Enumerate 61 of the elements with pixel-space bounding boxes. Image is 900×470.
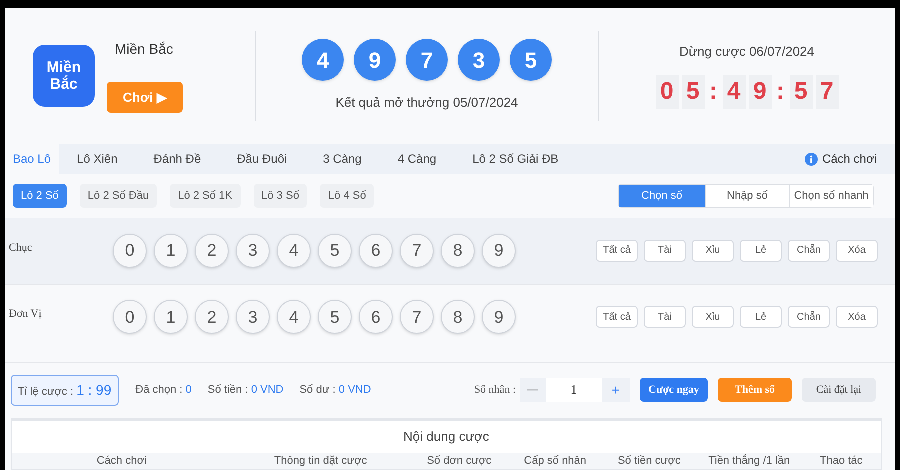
multiplier-field[interactable]: 1	[546, 378, 602, 402]
game-tab[interactable]: Bao Lô	[5, 144, 60, 174]
bet-type-tab[interactable]: Lô 2 Số 1K	[170, 184, 241, 208]
column-header: Số đơn cược	[427, 454, 492, 468]
info-icon	[805, 152, 818, 166]
summary-stat: Số tiền : 0 VND	[208, 382, 284, 398]
filter-button[interactable]: Tài	[644, 240, 686, 262]
column-header: Số tiền cược	[618, 454, 681, 468]
bet-type-tab[interactable]: Lô 3 Số	[254, 184, 308, 208]
filter-button[interactable]: Tất cả	[596, 240, 638, 262]
summary-stat: Đã chọn : 0	[136, 382, 192, 398]
game-tab[interactable]: 3 Càng	[305, 144, 380, 174]
lottery-logo: Miền Bắc	[33, 45, 95, 108]
game-tab[interactable]: Lô Xiên	[59, 144, 136, 174]
countdown-digit: 0	[656, 74, 678, 109]
bet-type-tab[interactable]: Lô 4 Số	[320, 184, 374, 208]
game-tab[interactable]: Đánh Đề	[136, 144, 220, 174]
filter-button[interactable]: Xỉu	[692, 306, 734, 328]
filter-button[interactable]: Chẵn	[788, 306, 830, 328]
column-header: Thông tin đặt cược	[274, 454, 368, 468]
table-title: Nội dung cược	[404, 428, 490, 446]
summary-stat: Số dư : 0 VND	[300, 382, 372, 398]
filter-button[interactable]: Xóa	[836, 306, 878, 328]
filter-button[interactable]: Xóa	[836, 240, 878, 262]
countdown-digit: 5	[790, 74, 812, 109]
filter-button[interactable]: Tài	[644, 306, 686, 328]
filter-button[interactable]: Chẵn	[788, 240, 830, 262]
bet-now-button[interactable]: Cược ngay	[640, 378, 708, 402]
column-header: Tiền thắng /1 lần	[708, 454, 790, 468]
bet-type-tab[interactable]: Lô 2 Số	[13, 184, 67, 208]
mode-tab[interactable]: Nhập số	[705, 184, 789, 207]
countdown-digit: 7	[816, 74, 838, 109]
game-tab[interactable]: Lô 2 Số Giải ĐB	[454, 144, 577, 174]
region-title: Miền Bắc	[114, 40, 174, 59]
filter-button[interactable]: Lẻ	[740, 240, 782, 262]
mode-tab[interactable]: Chọn số nhanh	[789, 184, 873, 207]
countdown-separator: :	[708, 76, 718, 107]
column-header: Thao tác	[820, 454, 863, 468]
decrease-button[interactable]: —	[520, 382, 546, 398]
countdown-digit: 5	[682, 74, 704, 109]
help-link[interactable]: Cách chơi	[805, 144, 877, 174]
row-label: Chục	[9, 240, 34, 256]
game-tab[interactable]: Đầu Đuôi	[219, 144, 306, 174]
game-tab[interactable]: 4 Càng	[380, 144, 455, 174]
bet-type-tab[interactable]: Lô 2 Số Đầu	[80, 184, 158, 208]
multiplier-label: Số nhân :	[474, 382, 516, 398]
filter-button[interactable]: Xỉu	[692, 240, 734, 262]
filter-button[interactable]: Tất cả	[596, 306, 638, 328]
mode-tab[interactable]: Chọn số	[619, 184, 705, 207]
countdown-digit: 4	[722, 74, 746, 109]
row-label: Đơn Vị	[9, 307, 43, 322]
filter-button[interactable]: Lẻ	[740, 306, 782, 328]
stop-time-label: Dừng cược 06/07/2024	[679, 43, 815, 62]
multiplier-stepper[interactable]: — 1 +	[520, 378, 630, 402]
reset-button[interactable]: Cài đặt lại	[802, 378, 876, 402]
results-caption: Kết quả mở thưởng 05/07/2024	[336, 94, 518, 112]
odds-badge: Tỉ lệ cược : 1 : 99	[11, 374, 119, 406]
countdown-digit: 9	[748, 74, 772, 109]
column-header: Cấp số nhân	[524, 454, 587, 468]
countdown-separator: :	[776, 76, 786, 107]
column-header: Cách chơi	[96, 454, 147, 468]
